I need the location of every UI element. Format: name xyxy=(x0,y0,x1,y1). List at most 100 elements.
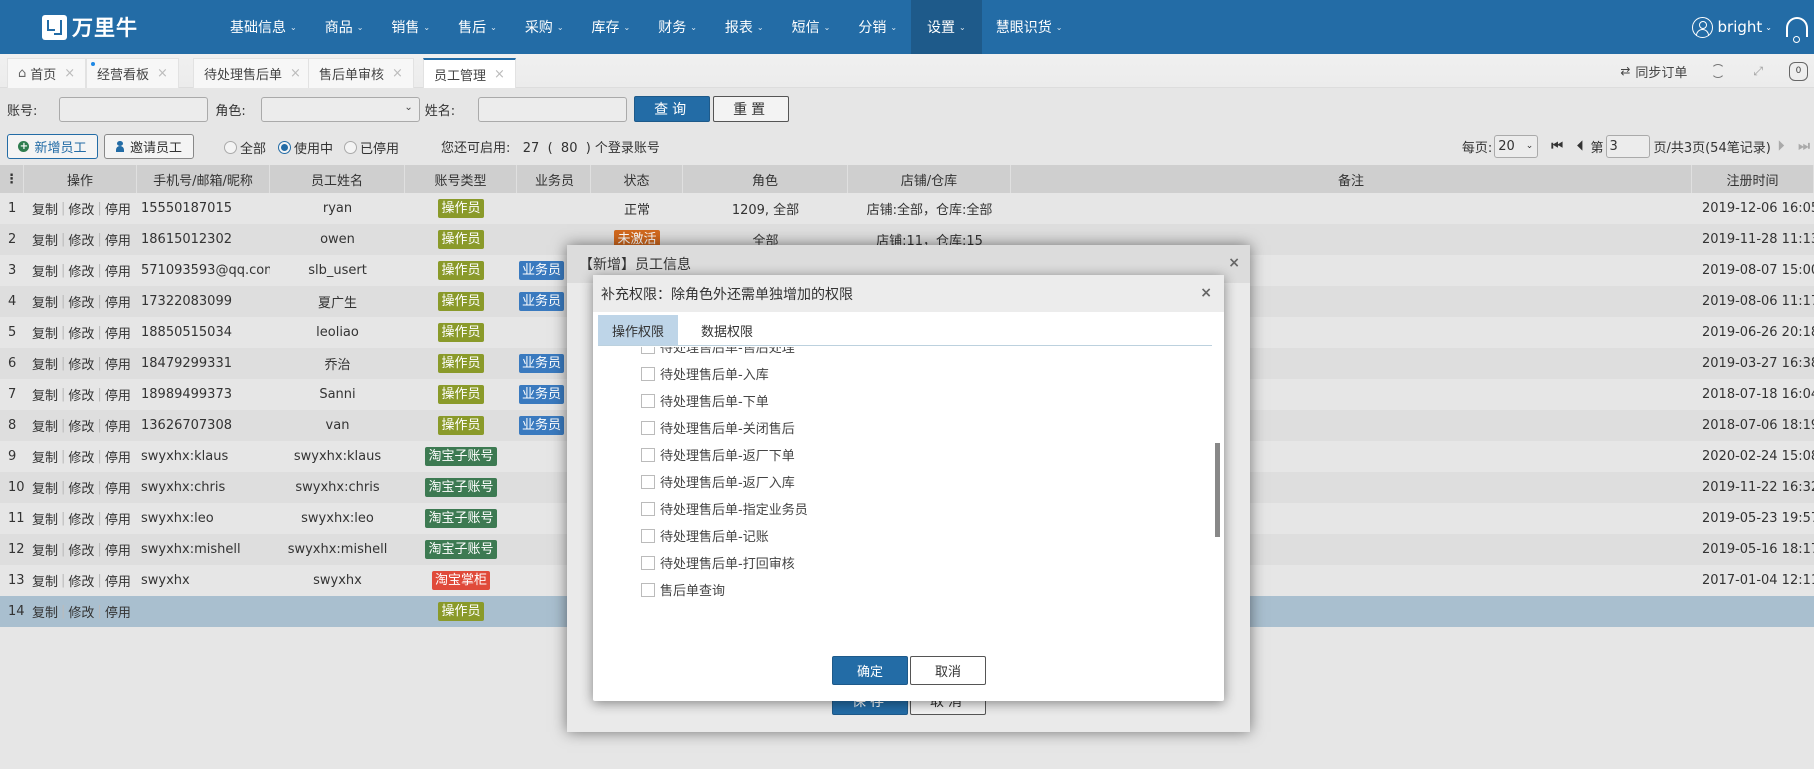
nav-item[interactable]: 报表 ⌄ xyxy=(711,0,778,54)
close-tab-icon[interactable]: × xyxy=(157,66,168,81)
permission-checkbox-item[interactable]: 待处理售后单-打回审核 xyxy=(641,549,834,576)
edit-link[interactable]: 修改 xyxy=(68,540,94,559)
permission-checkbox-item[interactable]: 待处理售后单-记账 xyxy=(641,522,834,549)
more-vertical-icon[interactable]: ⋮ xyxy=(5,172,18,187)
next-page-icon[interactable]: ⏵ xyxy=(1778,139,1785,154)
checkbox[interactable] xyxy=(641,582,655,597)
page-tab[interactable]: 售后单审核 × xyxy=(308,58,414,88)
nav-item[interactable]: 短信 ⌄ xyxy=(778,0,845,54)
permission-checkbox-item[interactable]: 待处理售后单-返厂入库 xyxy=(641,468,834,495)
edit-link[interactable]: 修改 xyxy=(68,230,94,249)
cancel-button[interactable]: 取消 xyxy=(910,656,986,685)
copy-link[interactable]: 复制 xyxy=(32,292,58,311)
edit-link[interactable]: 修改 xyxy=(68,199,94,218)
disable-link[interactable]: 停用 xyxy=(105,509,131,528)
column-menu-icon[interactable]: ⋮ xyxy=(0,165,24,193)
disable-link[interactable]: 停用 xyxy=(105,261,131,280)
close-icon[interactable]: × xyxy=(1228,255,1240,271)
customer-service-icon[interactable] xyxy=(1786,17,1808,43)
disable-link[interactable]: 停用 xyxy=(105,354,131,373)
checkbox[interactable] xyxy=(641,366,655,381)
copy-link[interactable]: 复制 xyxy=(32,509,58,528)
reset-button[interactable]: 重置 xyxy=(713,96,790,122)
checkbox[interactable] xyxy=(641,447,655,462)
user-name[interactable]: bright xyxy=(1718,18,1763,36)
nav-item[interactable]: 分销 ⌄ xyxy=(844,0,911,54)
status-filter-radio[interactable]: 全部 xyxy=(224,138,266,157)
query-button[interactable]: 查询 xyxy=(634,96,711,122)
refresh-icon[interactable] xyxy=(1711,64,1726,78)
copy-link[interactable]: 复制 xyxy=(32,540,58,559)
copy-link[interactable]: 复制 xyxy=(32,230,58,249)
edit-link[interactable]: 修改 xyxy=(68,478,94,497)
confirm-button[interactable]: 确定 xyxy=(832,656,908,685)
edit-link[interactable]: 修改 xyxy=(68,385,94,404)
table-row[interactable]: 1 复制 | 修改 | 停用 15550187015 ryan 操作员 正常 1209, 全部 店铺:… xyxy=(0,193,1814,224)
page-tab[interactable]: 经营看板 × xyxy=(86,58,179,88)
nav-item[interactable]: 慧眼识货 ⌄ xyxy=(982,0,1077,54)
page-tab[interactable]: 待处理售后单 × xyxy=(193,58,312,88)
status-filter-radio[interactable]: 已停用 xyxy=(344,138,399,157)
permission-checkbox-item[interactable]: 待处理售后单-指定业务员 xyxy=(641,495,834,522)
first-page-icon[interactable]: ⏮ xyxy=(1551,139,1563,154)
copy-link[interactable]: 复制 xyxy=(32,323,58,342)
copy-link[interactable]: 复制 xyxy=(32,385,58,404)
disable-link[interactable]: 停用 xyxy=(105,292,131,311)
copy-link[interactable]: 复制 xyxy=(32,261,58,280)
disable-link[interactable]: 停用 xyxy=(105,540,131,559)
fullscreen-icon[interactable]: ⤢ xyxy=(1753,64,1763,79)
edit-link[interactable]: 修改 xyxy=(68,571,94,590)
permission-checkbox-item[interactable]: 待处理售后单-售后处理 xyxy=(641,347,834,360)
last-page-icon[interactable]: ⏭ xyxy=(1798,139,1810,154)
prev-page-icon[interactable]: ⏴ xyxy=(1577,139,1584,154)
nav-item[interactable]: 售后 ⌄ xyxy=(444,0,511,54)
checkbox[interactable] xyxy=(641,555,655,570)
page-number-input[interactable]: 3 xyxy=(1606,134,1651,158)
page-tab[interactable]: ⌂ 首页 × xyxy=(7,58,87,88)
checkbox[interactable] xyxy=(641,528,655,543)
close-tab-icon[interactable]: × xyxy=(64,66,75,81)
checkbox[interactable] xyxy=(641,420,655,435)
checkbox[interactable] xyxy=(641,393,655,408)
nav-item[interactable]: 财务 ⌄ xyxy=(644,0,711,54)
edit-link[interactable]: 修改 xyxy=(68,292,94,311)
sync-orders-button[interactable]: ⇄ 同步订单 xyxy=(1620,62,1687,81)
edit-link[interactable]: 修改 xyxy=(68,354,94,373)
invite-employee-button[interactable]: 邀请员工 xyxy=(104,134,194,159)
disable-link[interactable]: 停用 xyxy=(105,478,131,497)
status-filter-radio[interactable]: 使用中 xyxy=(278,138,333,157)
close-tab-icon[interactable]: × xyxy=(290,66,301,81)
copy-link[interactable]: 复制 xyxy=(32,416,58,435)
edit-link[interactable]: 修改 xyxy=(68,416,94,435)
disable-link[interactable]: 停用 xyxy=(105,385,131,404)
permission-list-scrollbar[interactable] xyxy=(1215,443,1220,537)
disable-link[interactable]: 停用 xyxy=(105,199,131,218)
permission-tab[interactable]: 数据权限 xyxy=(678,315,776,345)
edit-link[interactable]: 修改 xyxy=(68,602,94,621)
close-icon[interactable]: × xyxy=(1200,285,1212,301)
page-tab[interactable]: 员工管理 × xyxy=(423,58,516,88)
checkbox[interactable] xyxy=(641,347,655,354)
disable-link[interactable]: 停用 xyxy=(105,602,131,621)
edit-link[interactable]: 修改 xyxy=(68,509,94,528)
close-tab-icon[interactable]: × xyxy=(392,66,403,81)
disable-link[interactable]: 停用 xyxy=(105,323,131,342)
edit-link[interactable]: 修改 xyxy=(68,261,94,280)
edit-link[interactable]: 修改 xyxy=(68,447,94,466)
account-input[interactable] xyxy=(59,96,209,122)
disable-link[interactable]: 停用 xyxy=(105,230,131,249)
copy-link[interactable]: 复制 xyxy=(32,478,58,497)
disable-link[interactable]: 停用 xyxy=(105,571,131,590)
checkbox[interactable] xyxy=(641,474,655,489)
close-tab-icon[interactable]: × xyxy=(494,67,505,82)
nav-item[interactable]: 库存 ⌄ xyxy=(578,0,645,54)
brand-logo[interactable]: 万里牛 xyxy=(42,12,212,42)
permission-checkbox-item[interactable]: 待处理售后单-关闭售后 xyxy=(641,414,834,441)
role-select[interactable]: ⌄ xyxy=(260,96,420,122)
permission-checkbox-item[interactable]: 待处理售后单-返厂下单 xyxy=(641,441,834,468)
copy-link[interactable]: 复制 xyxy=(32,199,58,218)
nav-item[interactable]: 商品 ⌄ xyxy=(311,0,378,54)
permission-checkbox-item[interactable]: 待处理售后单-下单 xyxy=(641,387,834,414)
edit-link[interactable]: 修改 xyxy=(68,323,94,342)
checkbox[interactable] xyxy=(641,501,655,516)
